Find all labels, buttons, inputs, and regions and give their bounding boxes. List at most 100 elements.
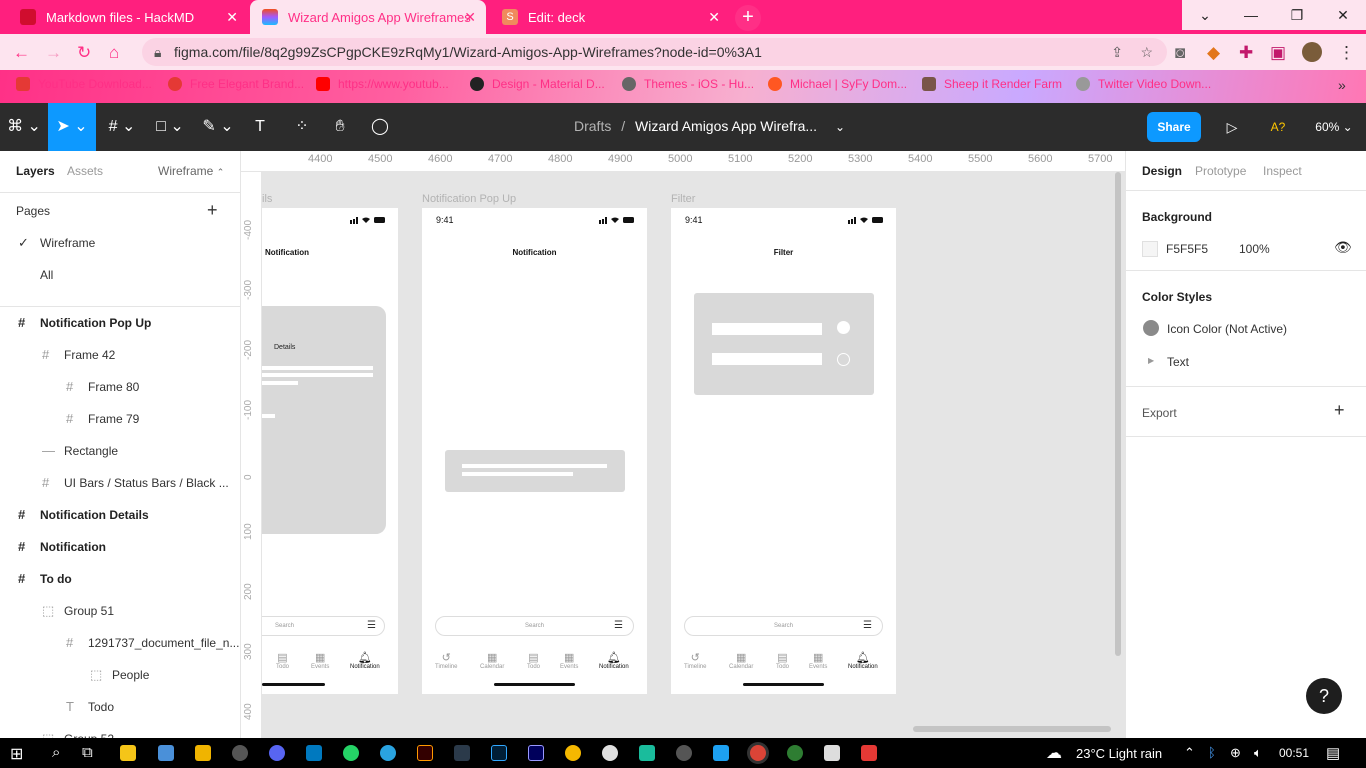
- bookmark-item[interactable]: Themes - iOS - Hu...: [622, 77, 754, 91]
- back-icon[interactable]: ←: [13, 43, 30, 63]
- tab-search-icon[interactable]: ⌄: [1182, 0, 1228, 30]
- present-icon[interactable]: ▷: [1220, 103, 1244, 151]
- tab-assets[interactable]: Assets: [67, 164, 103, 178]
- wordpress-2-icon[interactable]: [676, 745, 692, 761]
- close-icon[interactable]: ✕: [464, 9, 476, 26]
- text-tool-icon[interactable]: T: [246, 103, 274, 151]
- shape-tool-icon[interactable]: □ ⌄: [148, 103, 192, 151]
- pen-app-icon[interactable]: [713, 745, 729, 761]
- frame-label[interactable]: Notification Pop Up: [422, 193, 516, 205]
- layer-row[interactable]: — Rectangle: [0, 435, 240, 467]
- window-close-icon[interactable]: ✕: [1320, 0, 1366, 30]
- bookmark-item[interactable]: Twitter Video Down...: [1076, 77, 1211, 91]
- chevron-up-icon[interactable]: ⌃: [1184, 745, 1195, 761]
- layer-row[interactable]: # UI Bars / Status Bars / Black ...: [0, 467, 240, 499]
- weather-text[interactable]: 23°C Light rain: [1076, 746, 1162, 761]
- whatsapp-icon[interactable]: [343, 745, 359, 761]
- metamask-icon[interactable]: ◆: [1207, 43, 1220, 63]
- help-button[interactable]: ?: [1306, 678, 1342, 714]
- bookmark-item[interactable]: Sheep it Render Farm: [922, 77, 1062, 91]
- bookmark-item[interactable]: https://www.youtub...: [316, 77, 449, 91]
- layer-row[interactable]: # Frame 79: [0, 403, 240, 435]
- restore-icon[interactable]: ❐: [1274, 0, 1320, 30]
- avatar[interactable]: [1302, 42, 1322, 62]
- figma-menu-icon[interactable]: ⌘ ⌄: [0, 103, 48, 151]
- notifications-icon[interactable]: ▤: [1326, 744, 1340, 762]
- add-page-icon[interactable]: +: [207, 200, 218, 221]
- minimize-icon[interactable]: —: [1228, 0, 1274, 30]
- illustrator-icon[interactable]: [417, 745, 433, 761]
- photoshop-icon[interactable]: [491, 745, 507, 761]
- bookmark-item[interactable]: Michael | SyFy Dom...: [768, 77, 907, 91]
- search-bar[interactable]: Search ☰: [262, 616, 385, 636]
- photos-icon[interactable]: [158, 745, 174, 761]
- bookmark-item[interactable]: Free Elegant Brand...: [168, 77, 304, 91]
- telegram-icon[interactable]: [380, 745, 396, 761]
- map-app-icon[interactable]: [787, 745, 803, 761]
- chevron-down-icon[interactable]: ⌄: [835, 120, 845, 134]
- pen-tool-icon[interactable]: ✎ ⌄: [196, 103, 240, 151]
- vscode-icon[interactable]: [454, 745, 470, 761]
- sidebar-icon[interactable]: ▣: [1270, 43, 1286, 63]
- crumb-drafts[interactable]: Drafts: [574, 118, 611, 134]
- tab-design[interactable]: Design: [1142, 164, 1182, 178]
- vertical-scrollbar[interactable]: [1115, 172, 1121, 656]
- layer-row[interactable]: # Notification Details: [0, 499, 240, 531]
- w-app-icon[interactable]: [861, 745, 877, 761]
- cube-icon[interactable]: [824, 745, 840, 761]
- volume-icon[interactable]: 🔈︎: [1254, 745, 1262, 761]
- frame-filter[interactable]: 9:41 Filter Search ☰ ↺ Timeline ▦ Calendar…: [671, 208, 896, 694]
- tab-figma[interactable]: Wizard Amigos App Wireframes ✕: [250, 0, 486, 34]
- camera-icon[interactable]: ◙: [1175, 43, 1185, 63]
- add-export-icon[interactable]: +: [1334, 400, 1345, 421]
- eye-icon[interactable]: 👁︎: [1334, 239, 1352, 256]
- bookmark-star-icon[interactable]: ☆: [1140, 38, 1153, 66]
- layer-row[interactable]: ⬚ Group 51: [0, 595, 240, 627]
- layer-row[interactable]: # To do: [0, 563, 240, 595]
- search-bar[interactable]: Search ☰: [684, 616, 883, 636]
- resources-icon[interactable]: ⁘: [288, 103, 316, 151]
- new-tab-button[interactable]: +: [735, 5, 761, 31]
- frame-label[interactable]: ils: [262, 193, 272, 205]
- frame-tool-icon[interactable]: # ⌄: [100, 103, 144, 151]
- discord-icon[interactable]: [269, 745, 285, 761]
- bookmarks-more-icon[interactable]: »: [1338, 77, 1346, 93]
- page-item-all[interactable]: All: [0, 259, 240, 291]
- layer-row[interactable]: T Todo: [0, 691, 240, 723]
- layer-row[interactable]: ⬚ Group 52: [0, 723, 240, 738]
- bluetooth-icon[interactable]: ᛒ: [1208, 745, 1216, 760]
- clock-time[interactable]: 00:51: [1279, 746, 1309, 760]
- wordpress-icon[interactable]: [232, 745, 248, 761]
- close-icon[interactable]: ✕: [708, 9, 720, 26]
- hand-tool-icon[interactable]: ✋︎: [326, 103, 354, 151]
- background-opacity[interactable]: 100%: [1239, 242, 1270, 256]
- page-item-wireframe[interactable]: ✓ Wireframe: [0, 227, 240, 259]
- share-button[interactable]: Share: [1147, 112, 1201, 142]
- move-tool-icon[interactable]: ➤ ⌄: [48, 103, 96, 151]
- layer-row[interactable]: #1291737_document_file_n...: [0, 627, 240, 659]
- bookmark-item[interactable]: YouTube Download...: [16, 77, 152, 91]
- address-bar[interactable]: 🔒︎ figma.com/file/8q2g99ZsCPgpCKE9zRqMy1…: [142, 38, 1167, 66]
- layer-row[interactable]: # Notification Pop Up: [0, 307, 240, 339]
- extensions-icon[interactable]: ✚: [1239, 43, 1253, 63]
- trello-icon[interactable]: [306, 745, 322, 761]
- file-name[interactable]: Wizard Amigos App Wirefra...: [635, 118, 817, 134]
- close-icon[interactable]: ✕: [226, 9, 238, 26]
- tab-prototype[interactable]: Prototype: [1195, 164, 1246, 178]
- forward-icon[interactable]: →: [45, 43, 62, 63]
- chrome-icon[interactable]: [750, 745, 766, 761]
- obs-icon[interactable]: [602, 745, 618, 761]
- bookmark-item[interactable]: Design - Material D...: [470, 77, 605, 91]
- frame-notification-details[interactable]: Notification Details Search ☰ ▤ Todo ▦ Eve…: [262, 208, 398, 694]
- zoom-dropdown[interactable]: 60% ⌄: [1310, 103, 1358, 151]
- reload-icon[interactable]: ↻: [77, 43, 91, 63]
- user-badge[interactable]: A?: [1264, 103, 1292, 151]
- tab-layers[interactable]: Layers: [16, 164, 55, 178]
- text-styles-group[interactable]: Text: [1167, 355, 1189, 369]
- tab-deck[interactable]: S Edit: deck ✕: [490, 0, 730, 34]
- tab-inspect[interactable]: Inspect: [1263, 164, 1302, 178]
- layer-row[interactable]: # Frame 80: [0, 371, 240, 403]
- horizontal-scrollbar[interactable]: [913, 726, 1111, 732]
- h-app-icon[interactable]: [639, 745, 655, 761]
- page-dropdown[interactable]: Wireframe ⌃: [158, 164, 224, 178]
